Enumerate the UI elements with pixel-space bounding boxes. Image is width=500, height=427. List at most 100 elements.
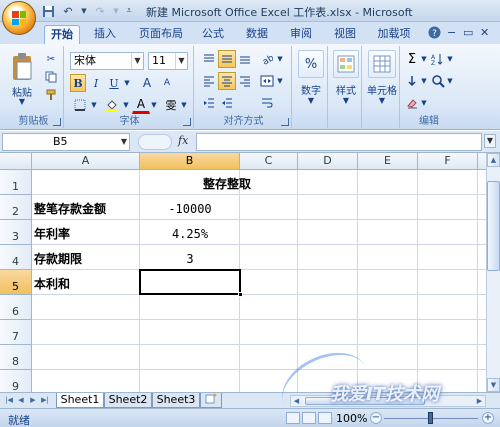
prev-sheet-icon[interactable]: ◀ xyxy=(16,395,26,406)
customize-qat-icon[interactable]: ⩡ xyxy=(124,3,134,19)
cut-icon[interactable]: ✂ xyxy=(42,50,60,68)
format-painter-icon[interactable] xyxy=(42,86,60,104)
zoom-out-button[interactable]: − xyxy=(370,412,382,424)
font-name-combo[interactable]: 宋体 ▼ xyxy=(70,52,144,70)
cell-a2[interactable]: 整笔存款金额 xyxy=(34,195,140,220)
select-all-corner[interactable] xyxy=(0,153,32,170)
styles-icon[interactable] xyxy=(333,50,359,78)
zoom-in-button[interactable]: + xyxy=(482,412,494,424)
styles-dropdown-icon[interactable]: ▼ xyxy=(330,96,362,105)
worksheet-grid[interactable]: A B C D E F 1 2 3 4 5 6 7 8 9 整存整取 整笔存款金… xyxy=(0,153,486,392)
first-sheet-icon[interactable]: |◀ xyxy=(4,395,14,406)
autosum-dropdown-icon[interactable]: ▼ xyxy=(420,50,428,68)
cell-b2[interactable]: -10000 xyxy=(140,195,240,220)
increase-indent-icon[interactable] xyxy=(218,94,236,112)
vertical-scroll-thumb[interactable] xyxy=(487,181,500,271)
sheet-tab-sheet2[interactable]: Sheet2 xyxy=(104,393,152,408)
row-header-4[interactable]: 4 xyxy=(0,245,32,270)
cell-a5[interactable]: 本利和 xyxy=(34,270,140,295)
cells-dropdown-icon[interactable]: ▼ xyxy=(364,96,400,105)
row-header-3[interactable]: 3 xyxy=(0,220,32,245)
column-header-c[interactable]: C xyxy=(240,153,298,170)
underline-button[interactable]: U xyxy=(106,74,122,92)
underline-dropdown-icon[interactable]: ▼ xyxy=(122,74,132,92)
help-icon[interactable]: ? xyxy=(428,26,441,42)
formula-input[interactable] xyxy=(196,133,482,151)
tab-review[interactable]: 审阅 xyxy=(286,25,316,44)
expand-formula-bar-icon[interactable]: ▼ xyxy=(484,134,496,148)
align-center-icon[interactable] xyxy=(218,72,236,90)
redo-icon[interactable]: ↷ xyxy=(92,3,108,19)
sort-filter-icon[interactable]: AZ xyxy=(430,50,446,68)
zoom-slider-thumb[interactable] xyxy=(428,412,433,424)
vertical-scrollbar[interactable]: ▲ ▼ xyxy=(486,153,500,392)
close-icon[interactable]: ✕ xyxy=(480,26,489,39)
merge-center-icon[interactable] xyxy=(258,72,276,90)
column-header-e[interactable]: E xyxy=(358,153,418,170)
bold-button[interactable]: B xyxy=(70,74,86,92)
row-header-1[interactable]: 1 xyxy=(0,170,32,195)
tab-home[interactable]: 开始 xyxy=(44,25,80,44)
italic-button[interactable]: I xyxy=(88,74,104,92)
undo-icon[interactable]: ↶ xyxy=(60,3,76,19)
font-size-combo[interactable]: 11 ▼ xyxy=(148,52,188,70)
sort-filter-dropdown-icon[interactable]: ▼ xyxy=(446,50,454,68)
font-size-dropdown-icon[interactable]: ▼ xyxy=(175,53,187,69)
number-button[interactable]: 数字 xyxy=(294,82,328,97)
sheet-tab-sheet3[interactable]: Sheet3 xyxy=(152,393,200,408)
row-header-5[interactable]: 5 xyxy=(0,270,32,295)
align-bottom-icon[interactable] xyxy=(236,50,254,68)
fill-dropdown-icon[interactable]: ▼ xyxy=(420,72,428,90)
clipboard-dialog-launcher[interactable] xyxy=(53,118,61,126)
cell-a4[interactable]: 存款期限 xyxy=(34,245,140,270)
minimize-icon[interactable]: − xyxy=(447,26,456,39)
align-left-icon[interactable] xyxy=(200,72,218,90)
align-middle-icon[interactable] xyxy=(218,50,236,68)
tab-view[interactable]: 视图 xyxy=(330,25,360,44)
formula-expand-handle[interactable] xyxy=(138,134,172,150)
orientation-dropdown-icon[interactable]: ▼ xyxy=(276,50,284,68)
next-sheet-icon[interactable]: ▶ xyxy=(28,395,38,406)
restore-icon[interactable]: ▭ xyxy=(463,26,473,39)
last-sheet-icon[interactable]: ▶| xyxy=(40,395,50,406)
autosum-button[interactable]: Σ xyxy=(404,50,420,68)
clear-dropdown-icon[interactable]: ▼ xyxy=(420,94,428,112)
shrink-font-button[interactable]: A xyxy=(158,74,176,92)
font-name-dropdown-icon[interactable]: ▼ xyxy=(131,53,143,69)
styles-button[interactable]: 样式 xyxy=(330,82,362,97)
tab-data[interactable]: 数据 xyxy=(242,25,272,44)
cell-b3[interactable]: 4.25% xyxy=(140,220,240,245)
insert-function-icon[interactable]: fx xyxy=(178,134,188,147)
insert-sheet-icon[interactable] xyxy=(200,393,222,408)
sheet-tab-sheet1[interactable]: Sheet1 xyxy=(56,393,104,408)
office-button[interactable] xyxy=(2,1,36,35)
merge-dropdown-icon[interactable]: ▼ xyxy=(276,72,284,90)
clear-icon[interactable] xyxy=(404,94,420,112)
orientation-icon[interactable]: ab xyxy=(258,50,276,68)
cell-b4[interactable]: 3 xyxy=(140,245,240,270)
font-dialog-launcher[interactable] xyxy=(183,118,191,126)
scroll-right-icon[interactable]: ▶ xyxy=(474,396,485,406)
column-header-g[interactable] xyxy=(478,153,486,170)
wrap-text-icon[interactable] xyxy=(258,94,276,112)
tab-page-layout[interactable]: 页面布局 xyxy=(134,25,188,44)
cells-icon[interactable] xyxy=(368,50,396,78)
align-top-icon[interactable] xyxy=(200,50,218,68)
column-header-a[interactable]: A xyxy=(32,153,140,170)
grow-font-button[interactable]: A xyxy=(138,74,156,92)
find-select-dropdown-icon[interactable]: ▼ xyxy=(446,72,454,90)
scroll-down-icon[interactable]: ▼ xyxy=(487,378,500,392)
row-header-9[interactable]: 9 xyxy=(0,370,32,392)
save-icon[interactable] xyxy=(40,3,56,19)
column-header-b[interactable]: B xyxy=(140,153,240,170)
fill-icon[interactable] xyxy=(404,72,420,90)
find-select-icon[interactable] xyxy=(430,72,446,90)
column-header-d[interactable]: D xyxy=(298,153,358,170)
cell-a3[interactable]: 年利率 xyxy=(34,220,140,245)
row-header-8[interactable]: 8 xyxy=(0,345,32,370)
row-header-6[interactable]: 6 xyxy=(0,295,32,320)
cells-button[interactable]: 单元格 xyxy=(364,82,400,97)
tab-insert[interactable]: 插入 xyxy=(90,25,120,44)
zoom-level[interactable]: 100% xyxy=(336,412,367,425)
name-box-dropdown-icon[interactable]: ▼ xyxy=(121,134,127,150)
